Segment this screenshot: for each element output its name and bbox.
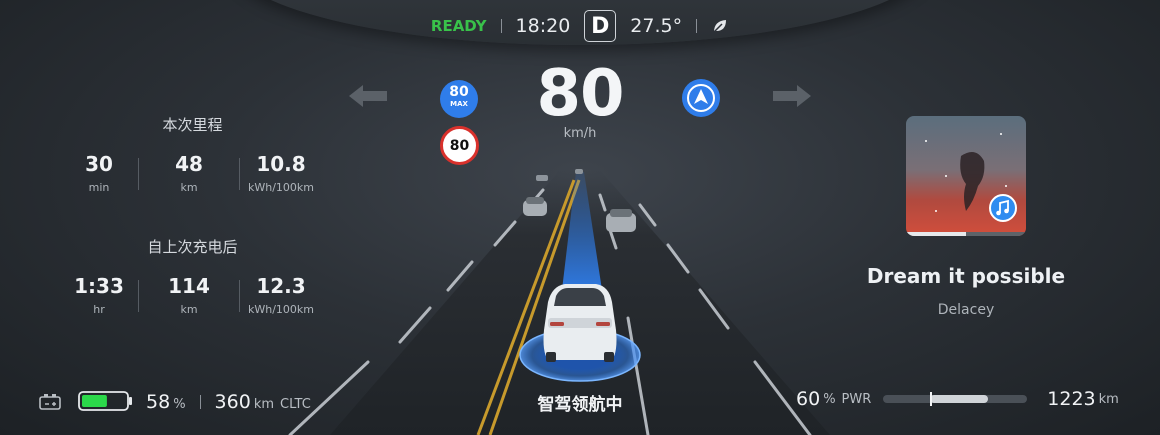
gear-indicator: D	[584, 10, 617, 42]
battery-status: 58 % 360 km CLTC	[38, 388, 311, 413]
divider	[696, 19, 698, 33]
battery-heater-icon	[39, 394, 61, 410]
stat-unit: km	[180, 181, 198, 194]
trip-title: 本次里程	[162, 116, 223, 134]
stat-value: 30	[85, 152, 113, 176]
battery-percent: 58	[146, 391, 171, 413]
battery-percent-unit: %	[173, 397, 186, 412]
clock: 18:20	[515, 15, 571, 37]
status-bar: READY 18:20 D 27.5°	[0, 10, 1160, 42]
since-charge-distance: 114 km	[139, 274, 239, 316]
outside-temperature: 27.5°	[630, 15, 683, 37]
power-status: 60 % PWR 1223 km	[796, 388, 1119, 410]
trip-stats: 30 min 48 km 10.8 kWh/100km	[60, 152, 340, 194]
speedometer: 80 km/h	[500, 62, 660, 141]
since-charge-duration: 1:33 hr	[60, 274, 138, 316]
stat-value: 48	[175, 152, 203, 176]
stat-value: 10.8	[256, 152, 306, 176]
power-bar	[883, 392, 1028, 406]
stat-unit: hr	[93, 303, 105, 316]
max-speed-label: MAX	[450, 100, 468, 108]
navigation-icon[interactable]	[682, 79, 720, 117]
stat-unit: km	[180, 303, 198, 316]
autopilot-status: 智驾领航中	[537, 395, 623, 415]
trip-consumption: 10.8 kWh/100km	[240, 152, 322, 194]
turn-left-arrow-icon	[349, 85, 387, 107]
trip-distance: 48 km	[139, 152, 239, 194]
current-speed: 80	[536, 57, 624, 131]
stat-value: 12.3	[256, 274, 306, 298]
battery-level-icon	[78, 391, 132, 411]
range-standard: CLTC	[280, 397, 311, 412]
song-artist: Delacey	[937, 302, 995, 318]
since-charge-consumption: 12.3 kWh/100km	[240, 274, 322, 316]
song-title: Dream it possible	[866, 264, 1066, 288]
album-art[interactable]	[906, 116, 1026, 236]
ready-indicator: READY	[430, 17, 487, 35]
divider	[199, 395, 201, 409]
stat-value: 1:33	[74, 274, 124, 298]
turn-right-arrow-icon	[773, 85, 811, 107]
media-progress	[906, 232, 966, 236]
since-charge-title: 自上次充电后	[147, 238, 238, 256]
stat-unit: min	[88, 181, 110, 194]
power-label: PWR	[841, 391, 872, 407]
stat-value: 114	[168, 274, 210, 298]
power-bar-marker	[930, 392, 933, 406]
power-percent-unit: %	[823, 391, 836, 407]
max-speed-value: 80	[449, 84, 469, 100]
leaf-icon	[713, 20, 727, 33]
odometer-unit: km	[1098, 391, 1119, 407]
range-value: 360	[214, 391, 251, 413]
speed-unit: km/h	[563, 126, 597, 141]
speed-limit-sign: 80	[440, 126, 479, 165]
stat-unit: kWh/100km	[247, 303, 314, 316]
music-note-icon	[989, 194, 1017, 222]
trip-duration: 30 min	[60, 152, 138, 194]
divider	[500, 19, 502, 33]
max-speed-badge: 80 MAX	[440, 80, 478, 118]
power-percent: 60	[796, 388, 821, 410]
odometer-value: 1223	[1047, 388, 1096, 410]
power-bar-fill	[930, 395, 989, 403]
range-unit: km	[253, 397, 275, 412]
since-charge-stats: 1:33 hr 114 km 12.3 kWh/100km	[60, 274, 340, 316]
stat-unit: kWh/100km	[247, 181, 314, 194]
